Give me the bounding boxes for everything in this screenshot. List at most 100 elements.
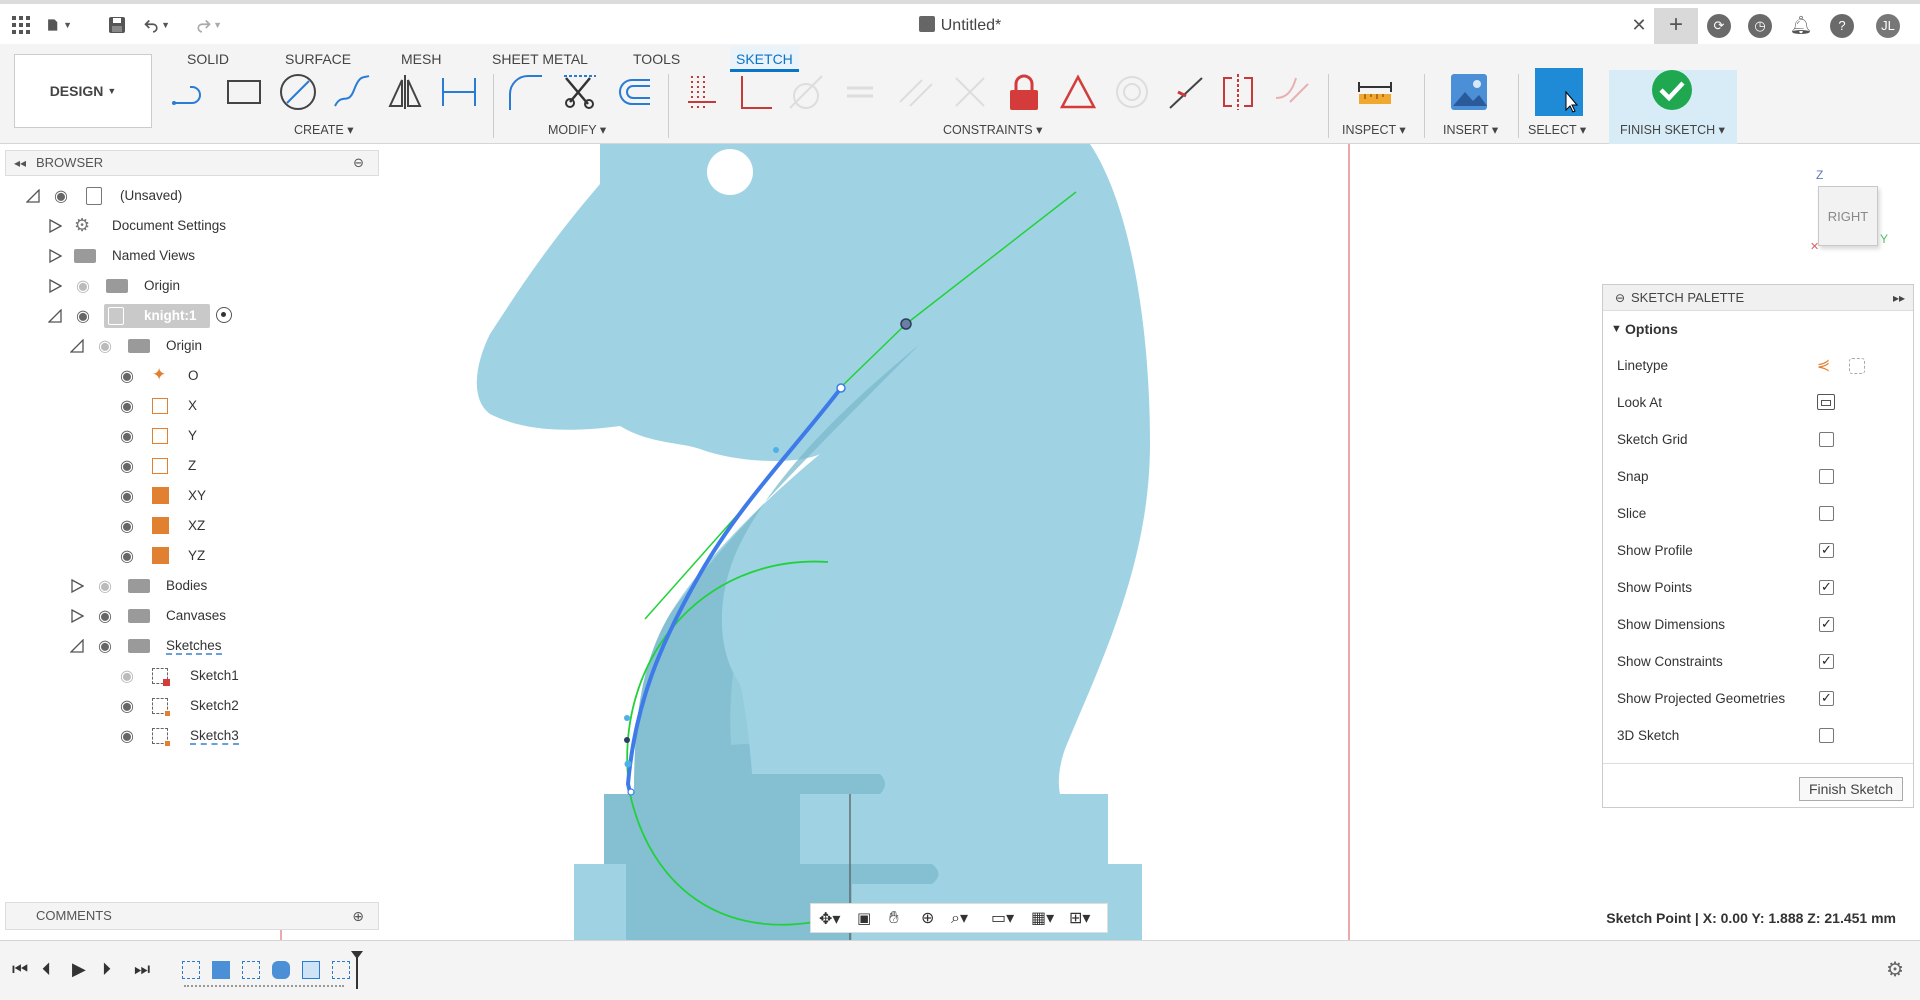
first-step-icon[interactable]: ⏮ — [12, 959, 28, 980]
eye-icon[interactable]: ◉ — [120, 366, 134, 386]
option-slice[interactable]: Slice — [1617, 495, 1907, 532]
tab-sheet-metal[interactable]: SHEET METAL — [492, 46, 588, 72]
last-step-icon[interactable]: ⏭ — [134, 959, 150, 980]
modify-menu[interactable]: MODIFY ▾ — [548, 122, 606, 137]
tree-document-settings[interactable]: ⚙ Document Settings — [0, 212, 382, 240]
option-show-profile[interactable]: Show Profile ✓ — [1617, 532, 1907, 569]
timeline-sketch-icon[interactable] — [332, 961, 350, 979]
eye-icon[interactable]: ◉ — [76, 306, 90, 326]
tree-sketch-item[interactable]: ◉ Sketch1 — [0, 662, 382, 690]
avatar[interactable]: JL — [1876, 14, 1900, 38]
symmetry-constraint-icon[interactable] — [1216, 70, 1260, 114]
tree-expanded-icon[interactable] — [25, 188, 40, 203]
tree-origin-plane[interactable]: ◉ YZ — [0, 542, 382, 570]
timeline-sketch-icon[interactable] — [182, 961, 200, 979]
mirror-tool-icon[interactable] — [383, 70, 427, 114]
knight-body[interactable] — [476, 144, 1150, 940]
minus-icon[interactable]: ⊖ — [353, 151, 364, 175]
3d-sketch-checkbox[interactable] — [1819, 728, 1834, 743]
tree-origin-axis[interactable]: ◉ Y — [0, 422, 382, 450]
tree-expanded-icon[interactable] — [69, 638, 84, 653]
perpendicular-constraint-icon[interactable] — [734, 70, 778, 114]
next-step-icon[interactable]: ⏵ — [102, 959, 111, 980]
create-menu[interactable]: CREATE ▾ — [294, 122, 354, 137]
construction-linetype-icon[interactable]: ⋞ — [1817, 347, 1830, 384]
tree-expanded-icon[interactable] — [69, 338, 84, 353]
show-profile-checkbox[interactable]: ✓ — [1819, 543, 1834, 558]
display-settings-icon[interactable]: ▭▾ — [991, 908, 1014, 928]
tree-expanded-icon[interactable] — [47, 308, 62, 323]
spline-point[interactable] — [836, 383, 846, 393]
inspect-menu[interactable]: INSPECT ▾ — [1342, 122, 1406, 137]
curvature-constraint-icon[interactable] — [1270, 70, 1314, 114]
constraints-menu[interactable]: CONSTRAINTS ▾ — [943, 122, 1042, 137]
slice-checkbox[interactable] — [1819, 506, 1834, 521]
insert-menu[interactable]: INSERT ▾ — [1443, 122, 1498, 137]
spline-point[interactable] — [624, 760, 632, 768]
tree-component-origin[interactable]: ◉ Origin — [0, 332, 382, 360]
tab-sketch[interactable]: SKETCH — [730, 46, 799, 72]
play-icon[interactable]: ▶ — [72, 959, 86, 980]
help-icon[interactable]: ? — [1830, 14, 1854, 38]
spline-handle-point[interactable] — [900, 318, 912, 330]
gear-icon[interactable]: ⚙ — [1886, 957, 1904, 982]
undo-icon[interactable]: ▼ — [144, 12, 170, 38]
eye-icon[interactable]: ◉ — [120, 516, 134, 536]
finish-sketch-icon[interactable] — [1650, 68, 1694, 112]
horizontal-vertical-icon[interactable] — [948, 70, 992, 114]
tab-mesh[interactable]: MESH — [401, 46, 441, 72]
finish-sketch-button[interactable]: Finish Sketch — [1799, 777, 1903, 801]
eye-hidden-icon[interactable]: ◉ — [76, 276, 90, 296]
timeline-sketch-icon[interactable] — [242, 961, 260, 979]
add-comment-icon[interactable]: ⊕ — [352, 903, 364, 929]
look-at-icon[interactable] — [1817, 394, 1835, 410]
eye-icon[interactable]: ◉ — [120, 546, 134, 566]
sketch-grid-checkbox[interactable] — [1819, 432, 1834, 447]
previous-step-icon[interactable]: ⏴ — [42, 959, 51, 980]
spline-point[interactable] — [624, 737, 630, 743]
circle-tool-icon[interactable] — [276, 70, 320, 114]
eye-hidden-icon[interactable]: ◉ — [98, 336, 112, 356]
eye-hidden-icon[interactable]: ◉ — [98, 576, 112, 596]
tree-collapsed-icon[interactable] — [70, 578, 85, 594]
dimension-tool-icon[interactable] — [437, 70, 481, 114]
snap-checkbox[interactable] — [1819, 469, 1834, 484]
tree-collapsed-icon[interactable] — [48, 248, 63, 264]
options-section-header[interactable]: ▼ Options — [1603, 311, 1913, 347]
eye-icon[interactable]: ◉ — [120, 426, 134, 446]
caret-down-icon[interactable]: ▼ — [1611, 311, 1622, 347]
expand-palette-icon[interactable]: ▸▸ — [1893, 285, 1905, 311]
centerline-linetype-icon[interactable] — [1849, 358, 1865, 374]
pan-icon[interactable]: ✋︎ — [889, 908, 899, 928]
option-3d-sketch[interactable]: 3D Sketch — [1617, 717, 1907, 754]
rectangle-tool-icon[interactable] — [222, 70, 266, 114]
timeline-feature-icon[interactable] — [272, 961, 290, 979]
redo-icon[interactable]: ▼ — [196, 12, 222, 38]
minus-icon[interactable]: ⊖ — [1615, 285, 1625, 311]
tangent-constraint-icon[interactable] — [784, 70, 828, 114]
tree-origin-axis[interactable]: ◉ X — [0, 392, 382, 420]
eye-icon[interactable]: ◉ — [54, 186, 68, 206]
tree-root[interactable]: ◉ (Unsaved) — [0, 182, 382, 210]
spline-point[interactable] — [627, 788, 635, 796]
finish-sketch-menu[interactable]: FINISH SKETCH ▾ — [1620, 122, 1725, 137]
lock-icon[interactable] — [1002, 70, 1046, 114]
show-points-checkbox[interactable]: ✓ — [1819, 580, 1834, 595]
grid-icon[interactable] — [8, 12, 34, 38]
zoom-window-icon[interactable]: ⌕▾ — [951, 908, 968, 928]
eye-hidden-icon[interactable]: ◉ — [120, 666, 134, 686]
option-show-projected-geometries[interactable]: Show Projected Geometries ✓ — [1617, 680, 1907, 717]
option-show-points[interactable]: Show Points ✓ — [1617, 569, 1907, 606]
tree-origin[interactable]: ◉ Origin — [0, 272, 382, 300]
spline-point[interactable] — [624, 715, 630, 721]
spline-tool-icon[interactable] — [330, 70, 374, 114]
timeline-marker-handle[interactable] — [351, 951, 363, 959]
tree-collapsed-icon[interactable] — [70, 608, 85, 624]
zoom-icon[interactable]: ⊕ — [921, 908, 934, 928]
comments-panel[interactable]: COMMENTS ⊕ — [5, 902, 379, 930]
coincident-constraint-icon[interactable] — [680, 70, 724, 114]
job-status-icon[interactable]: ◷ — [1748, 14, 1772, 38]
tree-named-views[interactable]: Named Views — [0, 242, 382, 270]
workspace-switcher[interactable]: DESIGN ▼ — [14, 54, 152, 128]
tab-solid[interactable]: SOLID — [187, 46, 229, 72]
